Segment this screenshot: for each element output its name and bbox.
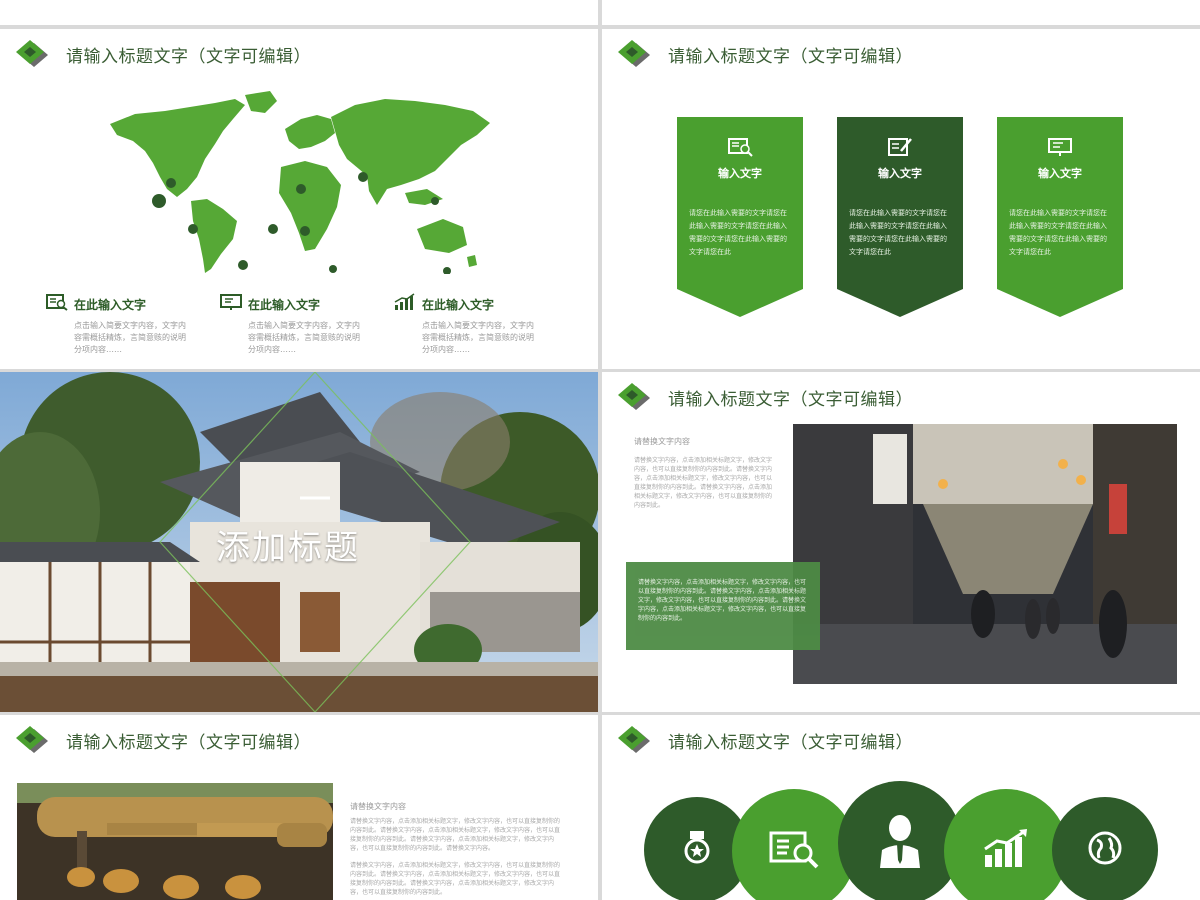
feature-desc: 点击输入简要文字内容，文字内容需概括精炼，言简意赅的说明分项内容…… bbox=[74, 321, 186, 354]
diamond-logo-icon bbox=[14, 725, 56, 755]
diamond-logo-icon bbox=[616, 39, 658, 69]
text-body: 请替换文字内容，点击添加相关标题文字，修改文字内容，也可以直接复制你的内容到此。… bbox=[634, 457, 773, 509]
text-subtitle: 请替换文字内容 bbox=[634, 437, 690, 446]
book-search-icon bbox=[46, 293, 68, 315]
slide-thumbnail-photo-text[interactable]: 请输入标题文字（文字可编辑） 请替换文字内容 请替换文字内容，点击添加相关标题文… bbox=[0, 715, 598, 900]
slide-thumbnail-text-photo[interactable]: 请输入标题文字（文字可编辑） 请替换文字内容 请替换文字内容，点击添加相关标题文… bbox=[602, 372, 1200, 712]
slide-thumbnail-three-cards[interactable]: 请输入标题文字（文字可编辑） 输入文字 请您在此输入需要的文字请您在此输入需要的… bbox=[602, 29, 1200, 369]
info-card: 输入文字 请您在此输入需要的文字请您在此输入需要的文字请您在此输入需要的文字请您… bbox=[837, 117, 963, 317]
world-map bbox=[105, 89, 495, 298]
feature-item: 在此输入文字 点击输入简要文字内容，文字内容需概括精炼，言简意赅的说明分项内容…… bbox=[220, 293, 380, 356]
slide-title: 请输入标题文字（文字可编辑） bbox=[668, 389, 913, 410]
info-card: 输入文字 请您在此输入需要的文字请您在此输入需要的文字请您在此输入需要的文字请您… bbox=[677, 117, 803, 317]
slide-header: 请输入标题文字（文字可编辑） bbox=[616, 382, 913, 412]
highlight-text-box: 请替换文字内容，点击添加相关标题文字，修改文字内容，也可以直接复制你的内容到此。… bbox=[626, 562, 820, 650]
slide-title: 请输入标题文字（文字可编辑） bbox=[668, 732, 913, 753]
feature-title: 在此输入文字 bbox=[422, 297, 495, 312]
slide-thumbnail-grid: 请输入标题文字（文字可编辑） 在此输入文字 点击输入简要文字内容，文字内容需概括… bbox=[0, 0, 1200, 900]
slide-title: 添加标题 bbox=[216, 528, 360, 568]
diamond-logo-icon bbox=[616, 725, 658, 755]
bar-chart-icon bbox=[983, 829, 1029, 873]
presentation-board-icon bbox=[1047, 137, 1073, 157]
slide-thumbnail-photo-title[interactable]: 添加标题 bbox=[0, 372, 598, 712]
slide-thumbnail-partial-top-left[interactable] bbox=[0, 0, 598, 25]
medal-icon bbox=[682, 831, 712, 869]
card-title: 输入文字 bbox=[718, 167, 762, 180]
card-desc: 请您在此输入需要的文字请您在此输入需要的文字请您在此输入需要的文字请您在此输入需… bbox=[849, 209, 947, 256]
presentation-board-icon bbox=[220, 293, 242, 315]
feature-item: 在此输入文字 点击输入简要文字内容，文字内容需概括精炼，言简意赅的说明分项内容…… bbox=[46, 293, 206, 356]
book-search-icon bbox=[769, 829, 819, 873]
feature-item: 在此输入文字 点击输入简要文字内容，文字内容需概括精炼，言简意赅的说明分项内容…… bbox=[394, 293, 554, 356]
document-edit-icon bbox=[887, 137, 913, 157]
feature-title: 在此输入文字 bbox=[74, 297, 147, 312]
book-search-icon bbox=[727, 137, 753, 157]
slide-thumbnail-world-map[interactable]: 请输入标题文字（文字可编辑） 在此输入文字 点击输入简要文字内容，文字内容需概括… bbox=[0, 29, 598, 369]
feature-desc: 点击输入简要文字内容，文字内容需概括精炼，言简意赅的说明分项内容…… bbox=[248, 321, 360, 354]
feature-title: 在此输入文字 bbox=[248, 297, 321, 312]
card-desc: 请您在此输入需要的文字请您在此输入需要的文字请您在此输入需要的文字请您在此输入需… bbox=[689, 209, 787, 256]
info-card: 输入文字 请您在此输入需要的文字请您在此输入需要的文字请您在此输入需要的文字请您… bbox=[997, 117, 1123, 317]
text-body: 请替换文字内容，点击添加相关标题文字，修改文字内容，也可以直接复制你的内容到此。… bbox=[350, 817, 562, 897]
slide-title: 请输入标题文字（文字可编辑） bbox=[66, 732, 311, 753]
businessman-icon bbox=[878, 814, 922, 872]
slide-title: 请输入标题文字（文字可编辑） bbox=[66, 46, 311, 67]
slide-thumbnail-circles[interactable]: 请输入标题文字（文字可编辑） bbox=[602, 715, 1200, 900]
text-paragraph: 请替换文字内容，点击添加相关标题文字，修改文字内容，也可以直接复制你的内容到此。… bbox=[350, 818, 561, 852]
card-title: 输入文字 bbox=[878, 167, 922, 180]
diamond-logo-icon bbox=[616, 382, 658, 412]
street-photo bbox=[793, 424, 1177, 684]
card-desc: 请您在此输入需要的文字请您在此输入需要的文字请您在此输入需要的文字请您在此输入需… bbox=[1009, 209, 1107, 256]
slide-header: 请输入标题文字（文字可编辑） bbox=[616, 39, 913, 69]
text-paragraph: 请替换文字内容，点击添加相关标题文字，修改文字内容，也可以直接复制你的内容到此。… bbox=[350, 862, 561, 896]
feature-desc: 点击输入简要文字内容，文字内容需概括精炼，言简意赅的说明分项内容…… bbox=[422, 321, 534, 354]
bar-chart-icon bbox=[394, 293, 416, 315]
bamboo-fountain-photo bbox=[17, 783, 333, 900]
card-title: 输入文字 bbox=[1038, 167, 1082, 180]
slide-header: 请输入标题文字（文字可编辑） bbox=[14, 39, 311, 69]
circle-item bbox=[838, 781, 962, 900]
slide-header: 请输入标题文字（文字可编辑） bbox=[616, 725, 913, 755]
circle-item bbox=[944, 789, 1068, 900]
circle-item bbox=[1052, 797, 1158, 900]
slide-header: 请输入标题文字（文字可编辑） bbox=[14, 725, 311, 755]
diamond-logo-icon bbox=[14, 39, 56, 69]
globe-icon bbox=[1087, 830, 1123, 870]
slide-title: 请输入标题文字（文字可编辑） bbox=[668, 46, 913, 67]
slide-thumbnail-partial-top-right[interactable] bbox=[602, 0, 1200, 25]
text-subtitle: 请替换文字内容 bbox=[350, 802, 406, 811]
